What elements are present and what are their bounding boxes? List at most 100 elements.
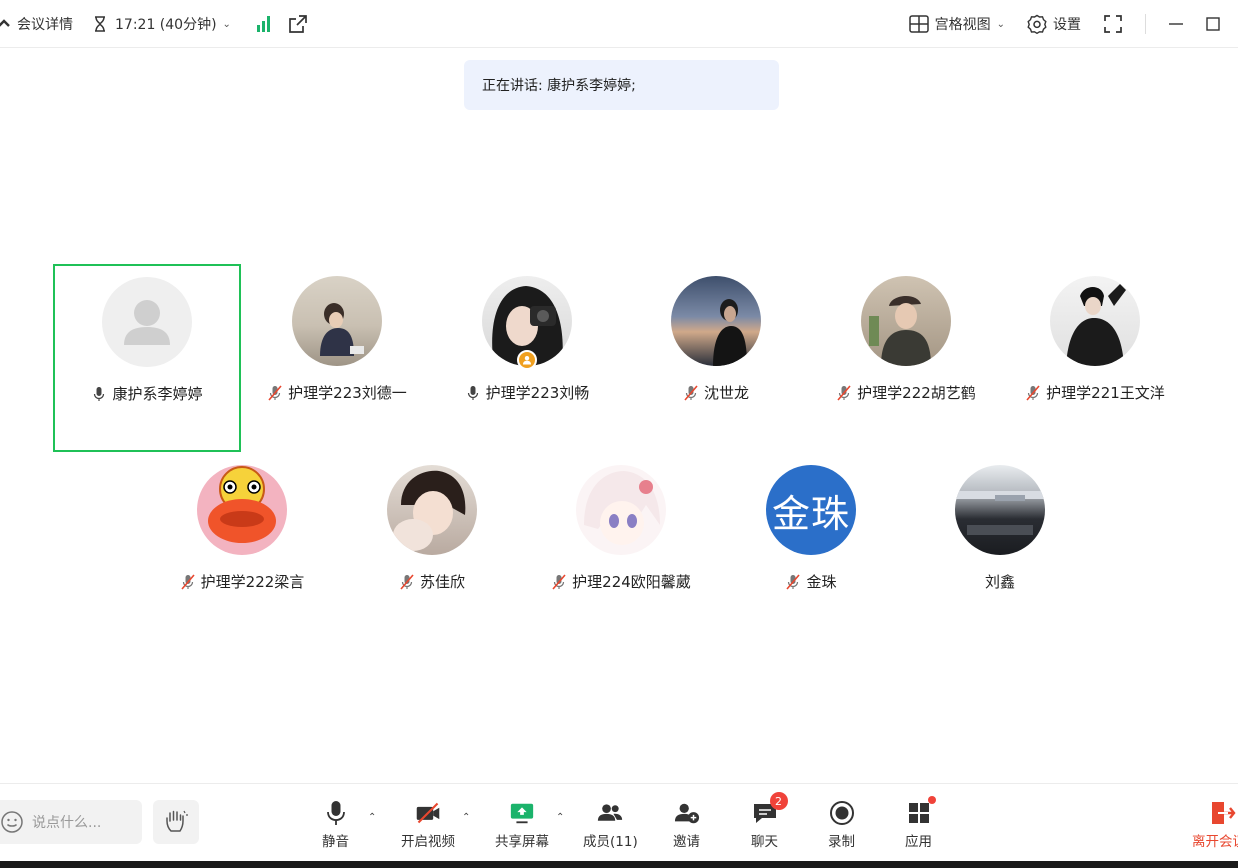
notification-dot (927, 796, 936, 804)
participant-name: 护理学221王文洋 (1001, 382, 1189, 403)
gear-icon (1027, 14, 1047, 34)
meeting-details-button[interactable]: 会议详情 (0, 14, 73, 34)
avatar-photo (387, 465, 477, 555)
video-label: 开启视频 (401, 834, 455, 850)
mic-muted-icon (552, 573, 566, 590)
participant-tile[interactable]: 护理学223刘畅 (433, 264, 621, 452)
desktop-edge (0, 861, 1238, 868)
maximize-button[interactable] (1206, 17, 1220, 31)
mic-muted-icon (1026, 384, 1040, 401)
chat-input[interactable]: 说点什么... (0, 800, 142, 844)
share-screen-button[interactable]: 共享屏幕 (495, 800, 549, 850)
participant-tile[interactable]: 刘鑫 (906, 453, 1094, 641)
chat-label: 聊天 (751, 834, 778, 850)
participant-name: 护理224欧阳馨葳 (527, 571, 715, 592)
emoji-icon (1, 811, 23, 833)
view-label: 宫格视图 (934, 17, 991, 33)
avatar-photo (671, 276, 761, 366)
fullscreen-button[interactable] (1103, 14, 1123, 34)
participant-name: 护理学223刘畅 (433, 382, 621, 403)
start-video-button[interactable]: 开启视频 (401, 800, 455, 850)
speaking-indicator: 正在讲话: 康护系李婷婷; (464, 60, 779, 110)
participant-tile[interactable]: 护理学223刘德一 (243, 264, 431, 452)
timer-text: 17:21 (40分钟) (115, 17, 217, 33)
raise-hand-button[interactable] (153, 800, 199, 844)
record-button[interactable]: 录制 (828, 800, 855, 850)
apps-button[interactable]: 应用 (905, 796, 936, 850)
mute-label: 静音 (322, 834, 349, 850)
participant-name: 刘鑫 (984, 573, 1015, 591)
chat-button[interactable]: 2 聊天 (751, 792, 788, 850)
hourglass-icon (95, 16, 105, 32)
video-options-caret[interactable]: ⌃ (462, 812, 470, 823)
exit-icon (1212, 802, 1236, 824)
share-label: 共享屏幕 (495, 834, 549, 850)
mic-muted-icon (837, 384, 851, 401)
participant-name: 康护系李婷婷 (55, 383, 239, 404)
grid-view-icon (908, 15, 929, 33)
minimize-icon (1169, 23, 1183, 25)
gallery-view-button[interactable]: 宫格视图 ⌄ (908, 14, 1005, 34)
members-button[interactable]: 成员(11) (583, 800, 638, 850)
members-label: 成员(11) (583, 834, 638, 850)
default-avatar (102, 277, 192, 367)
host-badge (517, 350, 537, 370)
leave-meeting-button[interactable]: 离开会议 (1192, 800, 1238, 850)
invite-button[interactable]: 邀请 (673, 800, 700, 850)
users-icon (598, 804, 623, 821)
participant-tile[interactable]: 沈世龙 (622, 264, 810, 452)
bottom-toolbar: 说点什么... 静音 ⌃ 开启视频 ⌃ 共享屏幕 ⌃ 成员(11) 邀请 2 聊… (0, 783, 1238, 861)
raise-hand-icon (166, 810, 188, 832)
record-icon (829, 801, 854, 825)
add-user-icon (674, 803, 699, 824)
participant-tile[interactable]: 金珠 金珠 (717, 453, 905, 641)
chat-placeholder: 说点什么... (32, 815, 102, 831)
participant-tile[interactable]: 护理学222梁言 (148, 453, 336, 641)
signal-strength-icon[interactable] (256, 16, 270, 32)
audio-options-caret[interactable]: ⌃ (368, 812, 376, 823)
share-options-caret[interactable]: ⌃ (556, 812, 564, 823)
avatar-photo (1050, 276, 1140, 366)
participant-name: 护理学222梁言 (148, 571, 336, 592)
apps-label: 应用 (905, 834, 932, 850)
avatar-cartoon (197, 465, 287, 555)
maximize-icon (1206, 17, 1220, 31)
leave-label: 离开会议 (1192, 834, 1238, 850)
avatar-photo (955, 465, 1045, 555)
share-screen-icon (510, 803, 534, 824)
chevron-down-icon: ⌄ (996, 18, 1005, 30)
participant-name: 苏佳欣 (338, 571, 526, 592)
share-link-button[interactable] (288, 14, 308, 34)
user-icon (523, 356, 531, 365)
minimize-button[interactable] (1168, 16, 1184, 32)
participant-tile[interactable]: 护理224欧阳馨葳 (527, 453, 715, 641)
unread-badge: 2 (769, 792, 788, 810)
meeting-details-label: 会议详情 (17, 17, 73, 33)
participant-name: 沈世龙 (622, 382, 810, 403)
microphone-icon (326, 801, 345, 825)
apps-grid-icon (908, 803, 929, 823)
external-link-icon (289, 15, 307, 33)
participant-tile[interactable]: 苏佳欣 (338, 453, 526, 641)
fullscreen-icon (1104, 15, 1122, 33)
participant-name: 金珠 (717, 571, 905, 592)
avatar-photo (292, 276, 382, 366)
participant-tile[interactable]: 护理学221王文洋 (1001, 264, 1189, 452)
mic-muted-icon (786, 573, 801, 590)
divider (1145, 14, 1146, 34)
mic-muted-icon (400, 573, 414, 590)
participant-tile[interactable]: 护理学222胡艺鹤 (812, 264, 1000, 452)
mic-on-icon (94, 386, 105, 401)
record-label: 录制 (828, 834, 855, 850)
mic-muted-icon (181, 573, 195, 590)
participant-tile[interactable]: 康护系李婷婷 (53, 264, 241, 452)
mic-on-icon (467, 385, 478, 400)
speaking-text: 正在讲话: 康护系李婷婷; (482, 78, 636, 94)
avatar-initials: 金珠 (771, 491, 850, 536)
mute-button[interactable]: 静音 (322, 800, 349, 850)
mic-muted-icon (684, 384, 698, 401)
camera-off-icon (416, 802, 440, 824)
meeting-timer[interactable]: 17:21 (40分钟) ⌄ (91, 14, 231, 34)
settings-button[interactable]: 设置 (1027, 14, 1081, 34)
avatar-text: 金珠 (766, 465, 856, 555)
